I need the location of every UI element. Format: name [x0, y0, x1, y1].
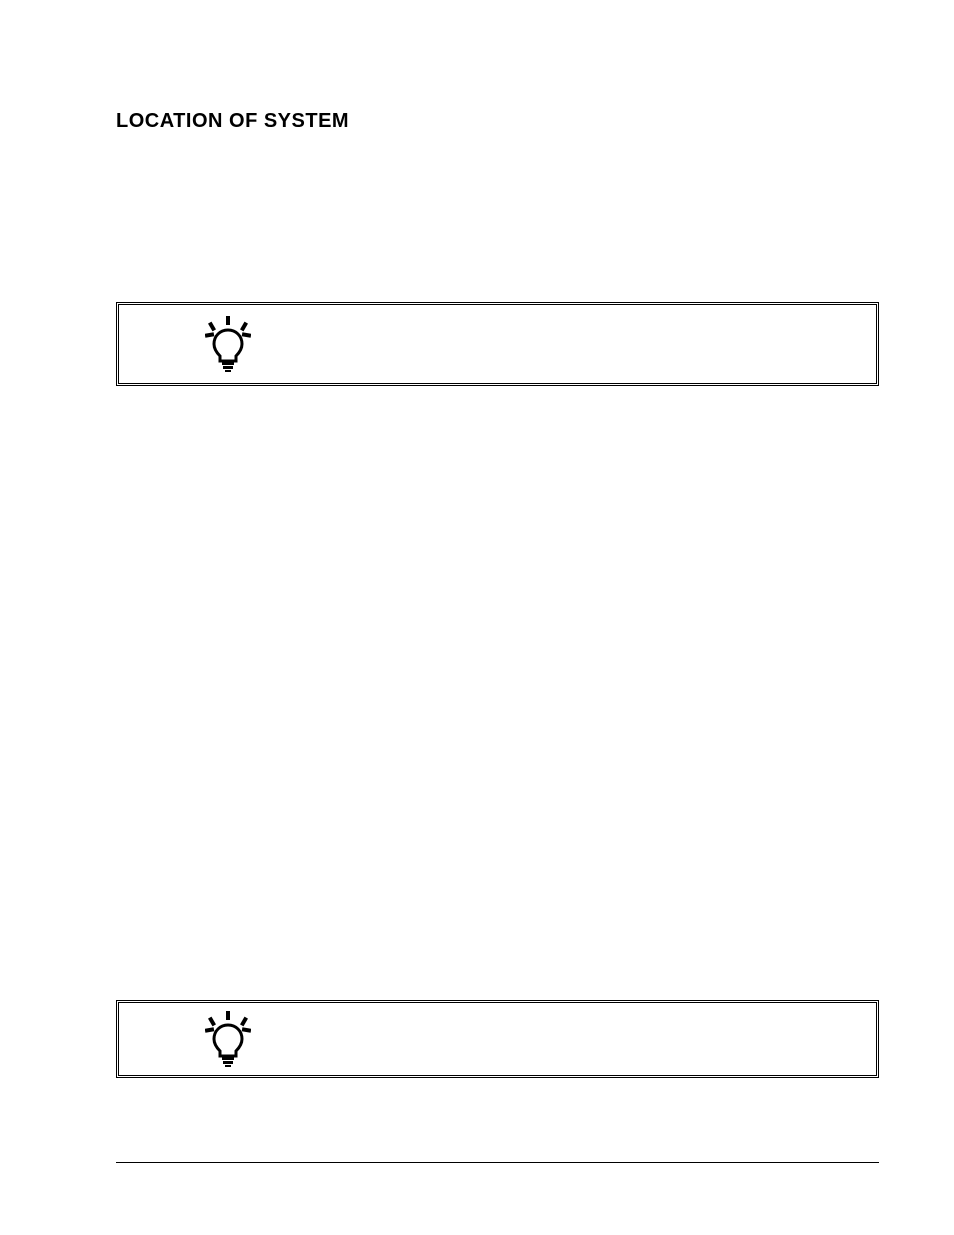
- footer-divider: [116, 1162, 879, 1163]
- bulb-icon: [197, 1008, 259, 1070]
- page: LOCATION OF SYSTEM: [0, 0, 954, 1235]
- bulb-icon: [197, 313, 259, 375]
- hint-box-bottom: [116, 1000, 879, 1078]
- page-title: LOCATION OF SYSTEM: [116, 110, 349, 133]
- hint-box-top: [116, 302, 879, 386]
